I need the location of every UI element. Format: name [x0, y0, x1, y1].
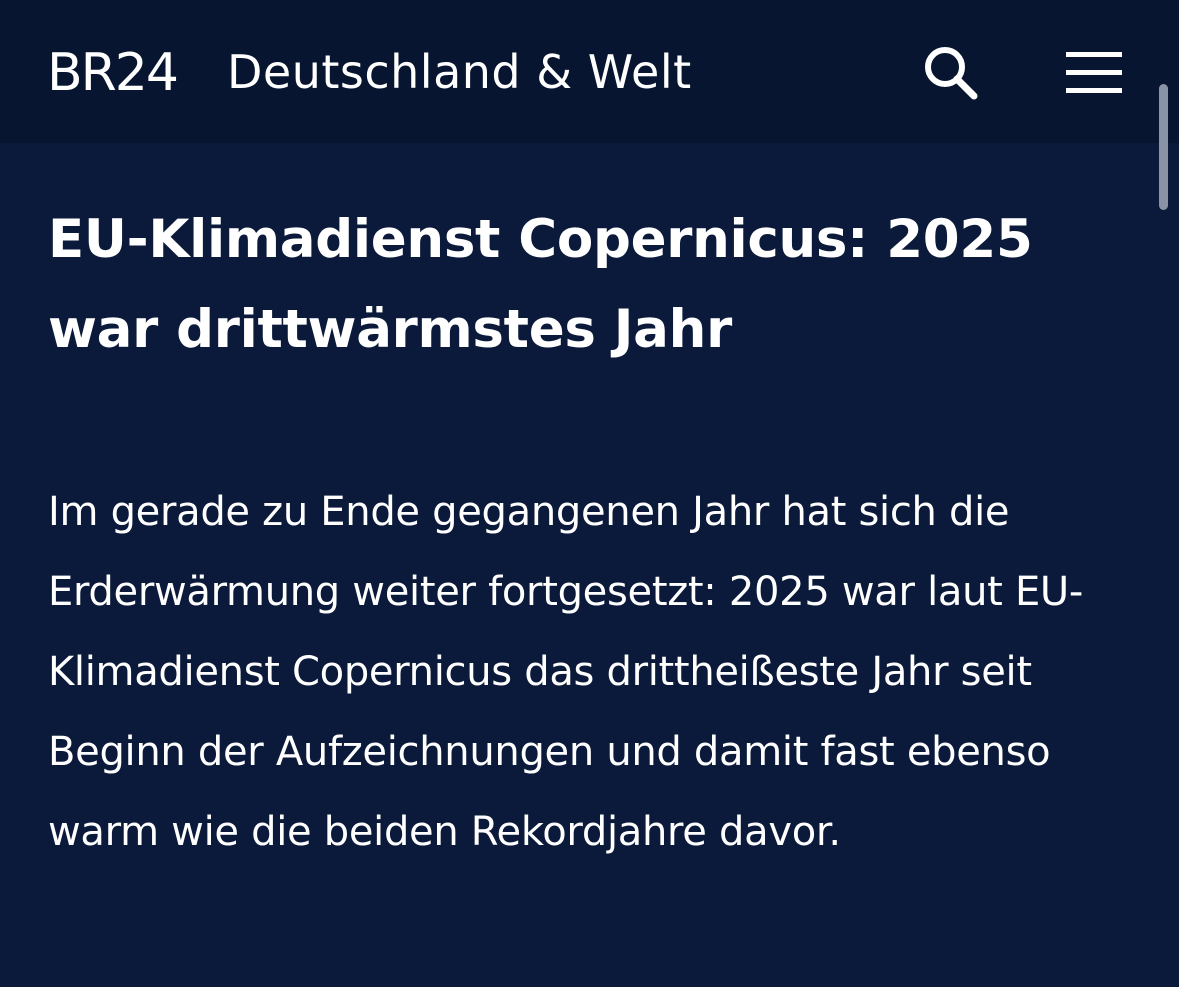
br24-logo[interactable]: BR24: [47, 47, 179, 99]
hamburger-menu-icon: [1066, 52, 1122, 93]
top-navigation-bar: BR24 Deutschland & Welt: [0, 0, 1179, 143]
menu-button[interactable]: [1062, 46, 1124, 100]
article-lead-paragraph: Im gerade zu Ende gegangenen Jahr hat si…: [48, 489, 1084, 855]
search-icon: [925, 47, 978, 100]
scrollbar-thumb[interactable]: [1159, 84, 1168, 210]
search-button[interactable]: [918, 40, 982, 104]
article-content: EU-Klimadienst Copernicus: 2025 war drit…: [48, 195, 1138, 855]
article-headline: EU-Klimadienst Copernicus: 2025 war drit…: [48, 209, 1033, 360]
section-title[interactable]: Deutschland & Welt: [227, 49, 692, 95]
